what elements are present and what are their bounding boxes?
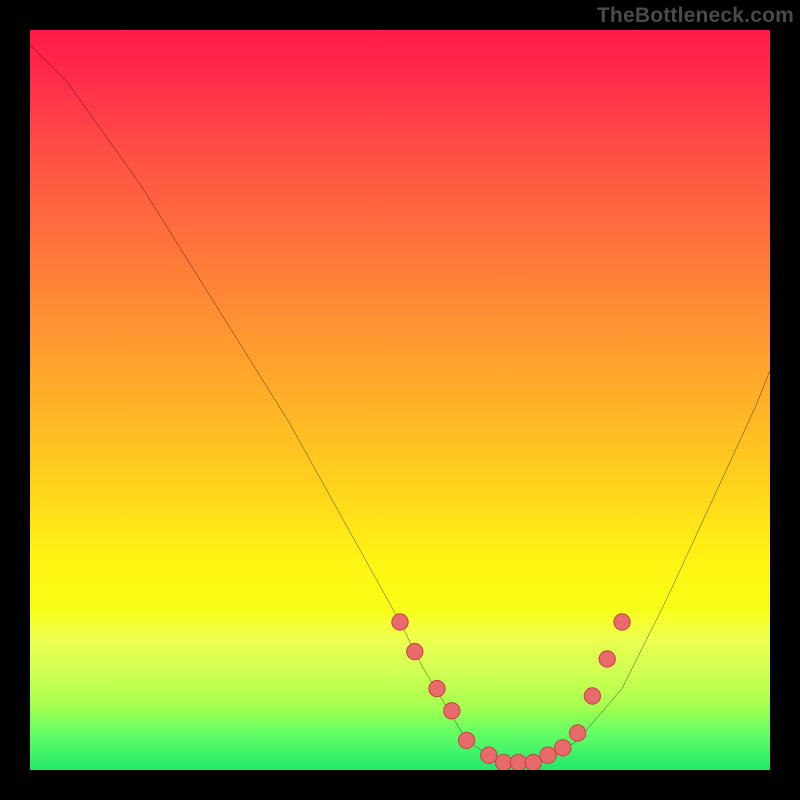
curve-dot: [569, 725, 585, 741]
curve-dot: [444, 703, 460, 719]
curve-dot: [407, 643, 423, 659]
curve-dot: [525, 754, 541, 770]
curve-dot: [392, 614, 408, 630]
curve-dot: [599, 651, 615, 667]
curve-dot: [584, 688, 600, 704]
curve-layer: [30, 30, 770, 770]
curve-dot: [510, 754, 526, 770]
curve-dot: [495, 754, 511, 770]
curve-dot: [429, 680, 445, 696]
curve-dot: [555, 740, 571, 756]
watermark-text: TheBottleneck.com: [597, 4, 794, 28]
curve-dot: [481, 747, 497, 763]
curve-dots-group: [392, 614, 630, 770]
curve-dot: [458, 732, 474, 748]
chart-stage: TheBottleneck.com: [0, 0, 800, 800]
plot-area: [30, 30, 770, 770]
bottleneck-curve: [30, 45, 770, 763]
curve-dot: [614, 614, 630, 630]
curve-dot: [540, 747, 556, 763]
